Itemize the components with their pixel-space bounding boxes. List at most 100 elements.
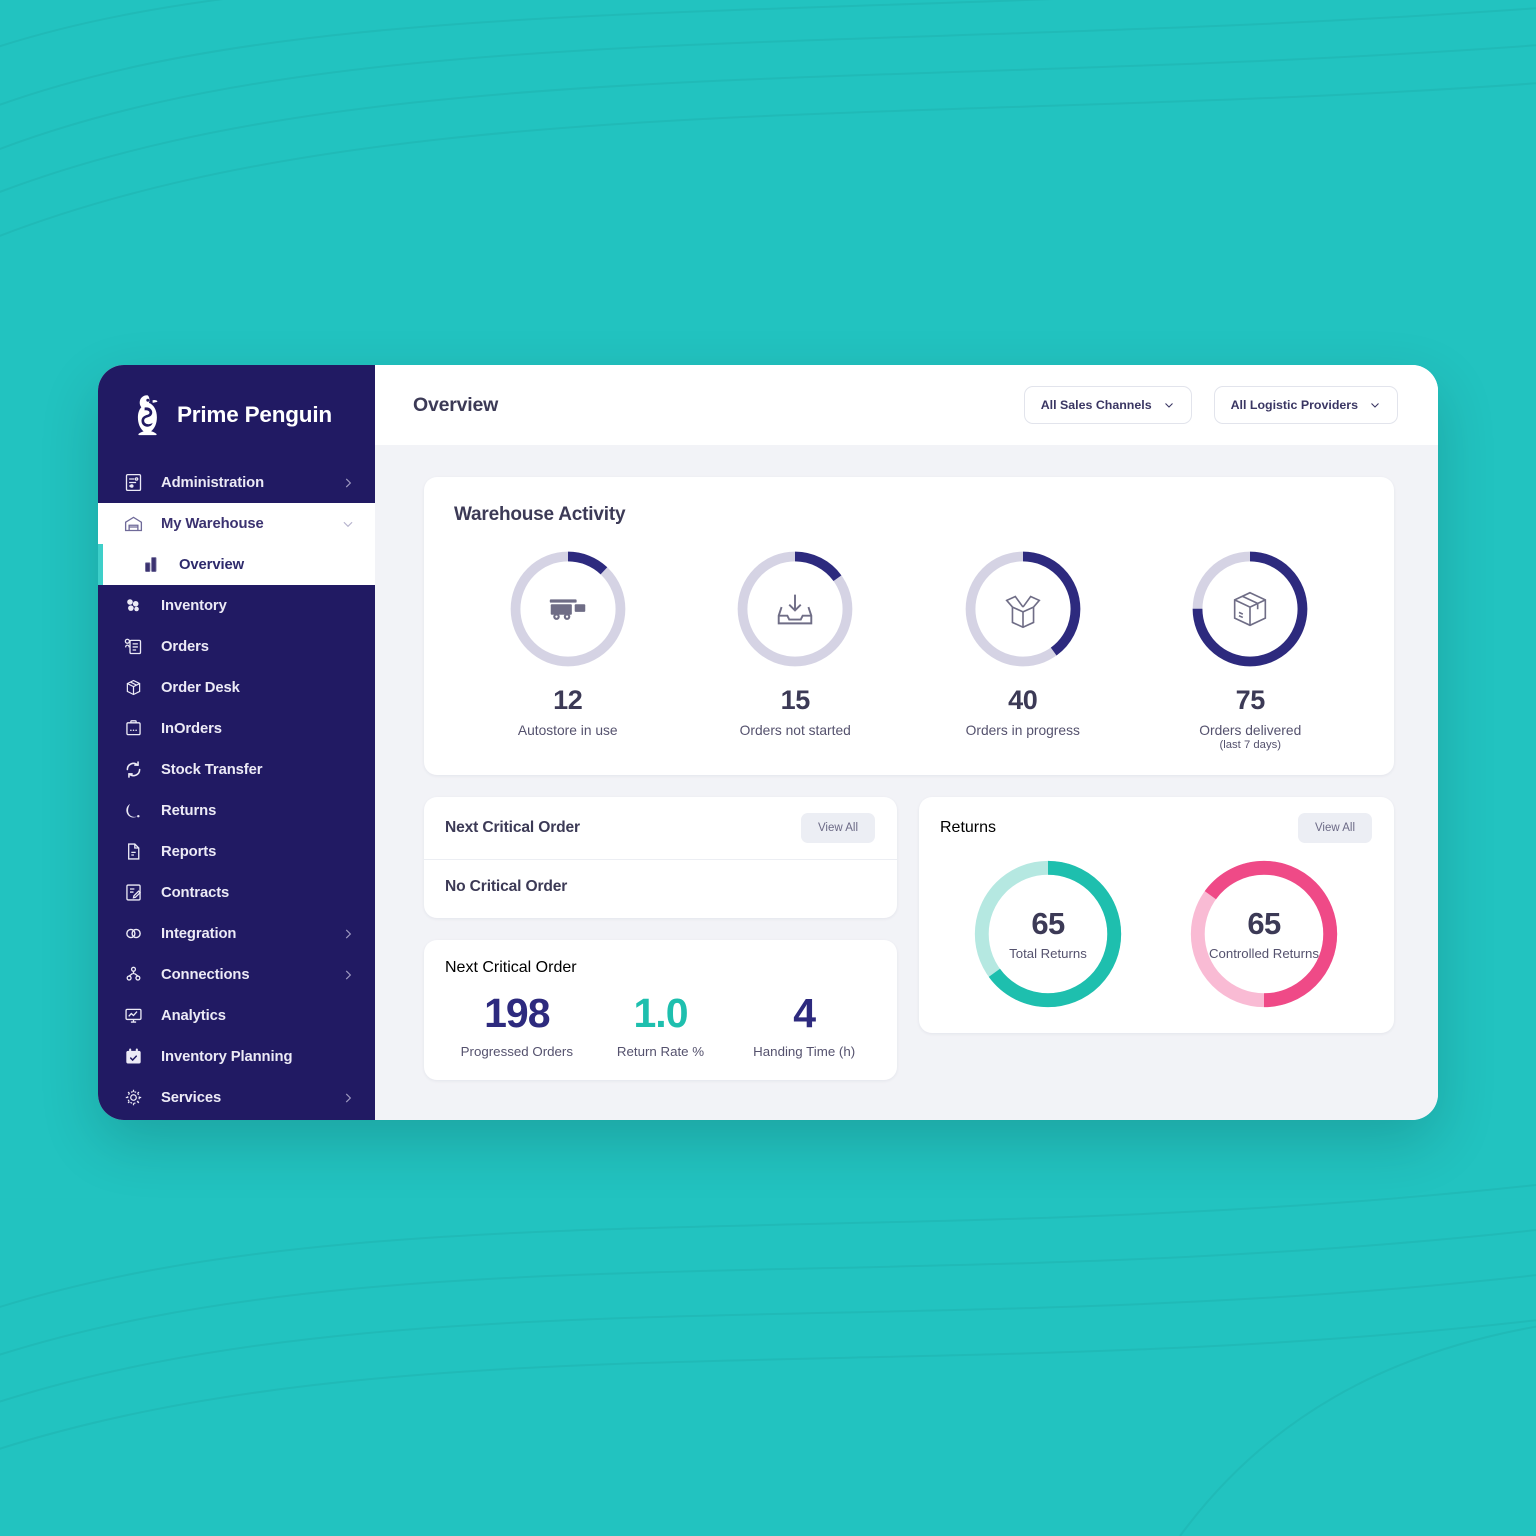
metric-return-rate: 1.0 Return Rate %	[589, 990, 733, 1060]
sidebar-item-services[interactable]: Services	[98, 1077, 375, 1118]
sidebar-item-label: Overview	[179, 556, 245, 573]
inbox-download-icon	[734, 548, 856, 670]
donut-gauge	[962, 548, 1084, 670]
metric-label: Handing Time (h)	[753, 1044, 856, 1060]
returns-card: Returns View All 65 Total Returns 65 Con…	[919, 797, 1394, 1034]
clipboard-icon	[121, 717, 145, 741]
next-critical-order-card: Next Critical Order View All No Critical…	[424, 797, 897, 919]
sidebar-item-label: Orders	[161, 638, 209, 655]
logistic-providers-dropdown[interactable]: All Logistic Providers	[1213, 386, 1398, 424]
warehouse-activity-title: Warehouse Activity	[454, 504, 626, 525]
sidebar-item-reports[interactable]: Reports	[98, 831, 375, 872]
bottom-row: Next Critical Order View All No Critical…	[424, 797, 1394, 1081]
sidebar-item-stock-transfer[interactable]: Stock Transfer	[98, 749, 375, 790]
next-critical-order-metrics-card: Next Critical Order 198 Progressed Order…	[424, 940, 897, 1081]
sidebar-item-label: Returns	[161, 802, 217, 819]
empty-state-text: No Critical Order	[445, 878, 568, 896]
page-title: Overview	[413, 393, 499, 416]
sidebar-item-label: My Warehouse	[161, 515, 264, 532]
sales-channels-dropdown[interactable]: All Sales Channels	[1023, 386, 1192, 424]
donut-gauge	[507, 548, 629, 670]
sidebar-item-label: Integration	[161, 925, 237, 942]
return-total-returns: 65 Total Returns	[940, 857, 1156, 1011]
metric-label: Return Rate %	[616, 1044, 705, 1060]
donut-gauge: 65 Total Returns	[971, 857, 1125, 1011]
sidebar-group-my-warehouse: My Warehouse Overview	[98, 503, 375, 585]
metric-value: 1.0	[633, 990, 689, 1037]
main-area: Overview All Sales Channels All Logistic…	[375, 365, 1438, 1120]
topbar: Overview All Sales Channels All Logistic…	[375, 365, 1438, 445]
stat-orders-in-progress: 40 Orders in progress	[909, 548, 1137, 751]
warehouse-activity-stats: 12 Autostore in use 15 Orders not starte…	[454, 548, 1364, 751]
sidebar-item-integration[interactable]: Integration	[98, 913, 375, 954]
chevron-down-icon	[1369, 399, 1381, 411]
donut-gauge: 65 Controlled Returns	[1187, 857, 1341, 1011]
chevron-right-icon	[341, 927, 355, 941]
chevron-down-icon	[1163, 399, 1175, 411]
sliders-document-icon	[121, 471, 145, 495]
sidebar-item-label: Analytics	[161, 1007, 226, 1024]
sidebar-item-my-warehouse[interactable]: My Warehouse	[98, 503, 375, 544]
sidebar-item-contracts[interactable]: Contracts	[98, 872, 375, 913]
stat-label: Orders in progress	[965, 723, 1080, 738]
penguin-icon	[130, 394, 164, 436]
sidebar-item-inorders[interactable]: InOrders	[98, 708, 375, 749]
sidebar-item-label: Reports	[161, 843, 217, 860]
sidebar-item-label: Connections	[161, 966, 250, 983]
card-title: Next Critical Order	[445, 819, 580, 837]
brand: Prime Penguin	[98, 365, 375, 462]
donut-label: Controlled Returns	[1209, 945, 1319, 961]
content-area: Warehouse Activity 12 Autostore in use 1…	[375, 445, 1438, 1120]
stat-label: Autostore in use	[517, 723, 618, 738]
sidebar-item-orders[interactable]: Orders	[98, 626, 375, 667]
view-all-button[interactable]: View All	[1297, 813, 1372, 844]
boxes-icon	[121, 594, 145, 618]
stat-autostore-in-use: 12 Autostore in use	[454, 548, 682, 751]
sidebar-item-returns[interactable]: Returns	[98, 790, 375, 831]
report-file-icon	[121, 840, 145, 864]
sidebar-nav: Administration My Warehouse Overview Inv…	[98, 462, 375, 1118]
sidebar-item-label: Order Desk	[161, 679, 240, 696]
warehouse-activity-card: Warehouse Activity 12 Autostore in use 1…	[424, 477, 1394, 776]
stat-orders-delivered: 75 Orders delivered (last 7 days)	[1137, 548, 1365, 751]
donut-center-content: 65 Total Returns	[971, 857, 1125, 1011]
return-controlled-returns: 65 Controlled Returns	[1156, 857, 1372, 1011]
links-icon	[121, 922, 145, 946]
open-box-icon	[962, 548, 1084, 670]
sidebar-item-label: Inventory Planning	[161, 1048, 293, 1065]
card-header: Returns View All	[940, 813, 1372, 844]
metric-progressed-orders: 198 Progressed Orders	[445, 990, 589, 1060]
nodes-icon	[121, 963, 145, 987]
donut-value: 65	[1031, 905, 1065, 941]
returns-donuts: 65 Total Returns 65 Controlled Returns	[940, 857, 1372, 1011]
donut-value: 65	[1247, 905, 1281, 941]
package-cube-icon	[121, 676, 145, 700]
sidebar-item-overview[interactable]: Overview	[98, 544, 375, 585]
donut-label: Total Returns	[1009, 945, 1087, 961]
metric-value: 198	[484, 990, 550, 1037]
sidebar-item-order-desk[interactable]: Order Desk	[98, 667, 375, 708]
stat-value: 12	[553, 685, 583, 715]
sidebar-item-inventory[interactable]: Inventory	[98, 585, 375, 626]
gear-icon	[121, 1086, 145, 1110]
refresh-cycle-icon	[121, 758, 145, 782]
card-title: Returns	[940, 819, 997, 837]
sidebar-item-label: InOrders	[161, 720, 222, 737]
metrics-row: 198 Progressed Orders 1.0 Return Rate % …	[445, 990, 876, 1060]
warehouse-icon	[121, 512, 145, 536]
sidebar-item-inventory-planning[interactable]: Inventory Planning	[98, 1036, 375, 1077]
view-all-button[interactable]: View All	[800, 813, 875, 844]
sidebar-item-analytics[interactable]: Analytics	[98, 995, 375, 1036]
sidebar-item-connections[interactable]: Connections	[98, 954, 375, 995]
sidebar-item-administration[interactable]: Administration	[98, 462, 375, 503]
donut-center-content: 65 Controlled Returns	[1187, 857, 1341, 1011]
donut-gauge	[1189, 548, 1311, 670]
chevron-down-icon	[341, 517, 355, 531]
bar-chart-icon	[140, 553, 164, 577]
chevron-right-icon	[341, 476, 355, 490]
donut-gauge	[734, 548, 856, 670]
dropdown-label: All Logistic Providers	[1230, 398, 1358, 412]
stat-sublabel: (last 7 days)	[1219, 739, 1282, 752]
sidebar: Prime Penguin Administration My Warehous…	[98, 365, 375, 1120]
sidebar-item-label: Stock Transfer	[161, 761, 263, 778]
